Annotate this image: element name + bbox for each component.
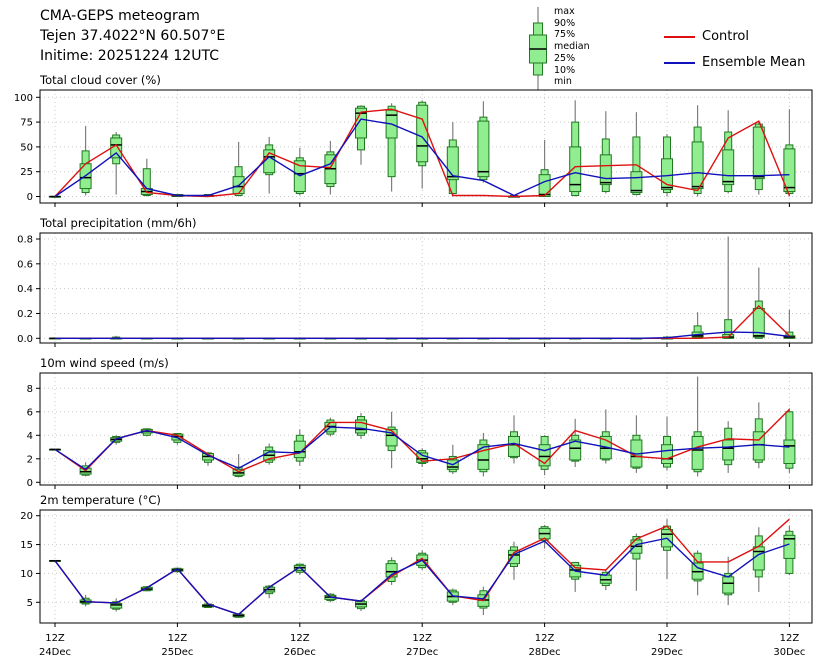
box-whisker bbox=[417, 100, 428, 188]
box-whisker bbox=[509, 415, 520, 463]
x-tick-day: 28Dec bbox=[529, 647, 561, 658]
box-whisker bbox=[539, 140, 550, 197]
box-whisker bbox=[784, 109, 795, 196]
box-whisker bbox=[264, 137, 275, 194]
y-tick-label: 8 bbox=[27, 384, 33, 395]
box-whisker bbox=[662, 417, 673, 471]
y-tick-label: 4 bbox=[27, 431, 33, 442]
meteogram-chart: 0 25 50 75 100 0.0 0.2 0.4 0.6 0.8 0 2 4 6 8 5 10 15 20 12Z… bbox=[0, 0, 819, 667]
box-whisker bbox=[723, 110, 734, 193]
x-tick-day: 25Dec bbox=[161, 647, 193, 658]
y-tick-label: 0 bbox=[27, 478, 33, 489]
panel-temp: 5 10 15 20 bbox=[20, 510, 812, 627]
x-tick-day: 27Dec bbox=[406, 647, 438, 658]
box-whisker bbox=[294, 429, 305, 465]
y-tick-label: 0.4 bbox=[17, 284, 33, 295]
y-tick-label: 50 bbox=[20, 142, 33, 153]
x-axis-labels: 12Z 24Dec 12Z 25Dec 12Z 26Dec 12Z 27Dec 12Z 28Dec… bbox=[39, 633, 805, 658]
box-whisker bbox=[356, 413, 367, 439]
y-tick-label: 25 bbox=[20, 167, 33, 178]
x-tick-hour: 12Z bbox=[168, 633, 188, 644]
y-tick-label: 6 bbox=[27, 407, 33, 418]
box-whisker bbox=[111, 132, 122, 194]
box-whisker bbox=[784, 408, 795, 473]
x-tick-day: 24Dec bbox=[39, 647, 71, 658]
box-whisker bbox=[784, 310, 795, 339]
box-whisker bbox=[723, 557, 734, 605]
x-tick-hour: 12Z bbox=[45, 633, 65, 644]
box-whisker bbox=[386, 557, 397, 585]
x-tick-hour: 12Z bbox=[290, 633, 310, 644]
box-whisker bbox=[356, 105, 367, 165]
box-whisker bbox=[600, 409, 611, 463]
y-tick-label: 5 bbox=[27, 598, 33, 609]
box-whisker bbox=[631, 415, 642, 473]
box-whisker bbox=[50, 197, 61, 198]
box-whisker bbox=[753, 527, 764, 592]
box-whisker bbox=[631, 112, 642, 195]
panel-cloud: 0 25 50 75 100 bbox=[14, 90, 812, 207]
meteogram-page: CMA-GEPS meteogram Tejen 37.4022°N 60.50… bbox=[0, 0, 819, 667]
box-whisker bbox=[753, 122, 764, 194]
box-whisker bbox=[386, 412, 397, 468]
box-whisker bbox=[478, 433, 489, 476]
y-tick-label: 15 bbox=[20, 540, 33, 551]
box-whisker bbox=[141, 428, 152, 436]
x-tick-day: 26Dec bbox=[284, 647, 316, 658]
y-tick-label: 0.0 bbox=[17, 334, 33, 345]
box-whisker bbox=[294, 148, 305, 196]
box-whisker bbox=[692, 377, 703, 477]
box-whisker bbox=[723, 237, 734, 339]
panel-wind: 0 2 4 6 8 bbox=[27, 373, 812, 489]
box-whisker bbox=[141, 159, 152, 197]
y-tick-label: 20 bbox=[20, 511, 33, 522]
y-tick-label: 0.2 bbox=[17, 309, 33, 320]
y-tick-label: 2 bbox=[27, 454, 33, 465]
y-tick-label: 0.8 bbox=[17, 235, 33, 246]
box-whisker bbox=[600, 111, 611, 193]
panel-precip: 0.0 0.2 0.4 0.6 0.8 bbox=[17, 233, 812, 347]
box-whisker bbox=[570, 100, 581, 196]
y-tick-label: 0.6 bbox=[17, 259, 33, 270]
box-whisker bbox=[784, 526, 795, 576]
box-whisker bbox=[600, 570, 611, 590]
x-tick-day: 30Dec bbox=[773, 647, 805, 658]
box-whisker bbox=[662, 134, 673, 196]
x-tick-hour: 12Z bbox=[412, 633, 432, 644]
box-whisker bbox=[753, 268, 764, 339]
y-tick-label: 0 bbox=[27, 192, 33, 203]
y-tick-label: 100 bbox=[14, 93, 33, 104]
x-tick-hour: 12Z bbox=[535, 633, 555, 644]
x-tick-day: 29Dec bbox=[651, 647, 683, 658]
box-whisker bbox=[386, 103, 397, 191]
box-whisker bbox=[478, 101, 489, 182]
x-tick-hour: 12Z bbox=[657, 633, 677, 644]
y-tick-label: 75 bbox=[20, 118, 33, 129]
box-whisker bbox=[539, 435, 550, 475]
x-tick-hour: 12Z bbox=[780, 633, 800, 644]
y-tick-label: 10 bbox=[20, 569, 33, 580]
